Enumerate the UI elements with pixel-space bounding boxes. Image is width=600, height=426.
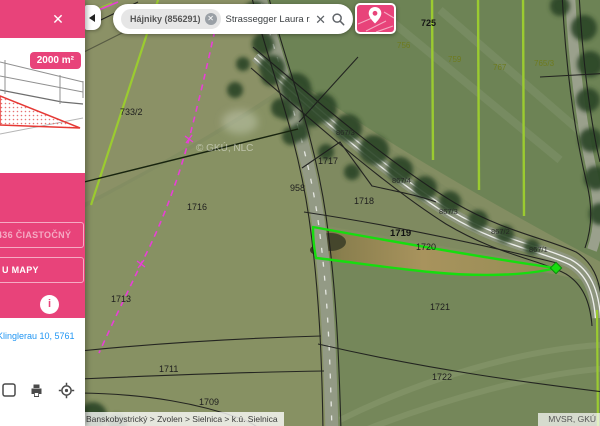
- parcel-label: 1709: [199, 397, 219, 407]
- zbgis-map-app: © GKÚ, NLC 733/2 1716 1713 1711 1709 958…: [0, 0, 600, 426]
- parcel-label: 1713: [111, 294, 131, 304]
- search-chip[interactable]: Hájniky (856291) ✕: [121, 9, 221, 29]
- road-parcel-label: 867/3: [439, 207, 458, 216]
- print-icon[interactable]: [28, 382, 45, 399]
- chip-remove-icon[interactable]: ✕: [205, 13, 217, 25]
- basemap-toggle-button[interactable]: [355, 3, 396, 34]
- parcel-label: 1718: [354, 196, 374, 206]
- ownership-deed-button[interactable]: 436 ČIASTOČNÝ: [0, 222, 84, 248]
- parcel-label: 1720: [416, 242, 436, 252]
- register-line: [597, 310, 598, 426]
- register-line: [523, 0, 524, 216]
- fullscreen-icon[interactable]: [1, 382, 18, 399]
- pale-patch: [222, 110, 258, 134]
- parcel-info-panel: ✕ 2000 m² 436 ČIASTOČNÝ: [0, 0, 85, 426]
- parcel-label: 767: [493, 63, 507, 72]
- map-attribution: MVSR, GKÚ: [538, 413, 600, 426]
- parcel-label: 1717: [318, 156, 338, 166]
- parcel-label: 1711: [159, 364, 178, 374]
- sidebar-collapse-handle[interactable]: [85, 5, 101, 30]
- area-badge: 2000 m²: [30, 52, 81, 69]
- copyright-watermark: © GKÚ, NLC: [196, 141, 253, 154]
- map-copy-button[interactable]: U MAPY: [0, 257, 84, 283]
- chevron-left-icon: [89, 14, 95, 22]
- parcel-label: 1716: [187, 202, 207, 212]
- gps-locate-icon[interactable]: [58, 382, 75, 399]
- search-bar[interactable]: Hájniky (856291) ✕ Strassegger Laura r. …: [113, 4, 353, 34]
- search-input[interactable]: Strassegger Laura r.: [226, 14, 311, 25]
- panel-actions: 436 ČIASTOČNÝ U MAPY i: [0, 173, 85, 318]
- sketch-selected-parcel: [0, 96, 80, 128]
- panel-header: ✕: [0, 0, 85, 38]
- parcel-label: 1721: [430, 302, 450, 312]
- parcel-label: 765/3: [534, 59, 555, 68]
- road-parcel-label: 867/2: [491, 227, 510, 236]
- parcel-label: 756: [397, 41, 411, 50]
- search-icon[interactable]: [331, 12, 345, 26]
- owner-address-link[interactable]: Klinglerau 10, 5761: [0, 331, 75, 341]
- clear-search-icon[interactable]: ✕: [315, 13, 326, 26]
- parcel-label: 759: [448, 55, 462, 64]
- road-parcel-label: 867/4: [392, 176, 411, 185]
- parcel-label: 1722: [432, 372, 452, 382]
- search-chip-label: Hájniky (856291): [130, 14, 201, 24]
- road-parcel-label: 867/1: [529, 245, 548, 254]
- parcel-label: 733/2: [120, 107, 143, 117]
- info-icon[interactable]: i: [40, 295, 59, 314]
- parcel-label: 958: [290, 183, 305, 193]
- close-panel-button[interactable]: ✕: [48, 9, 68, 29]
- panel-toolbar: [0, 382, 85, 402]
- parcel-label: 725: [421, 18, 436, 28]
- panel-details: Klinglerau 10, 5761: [0, 318, 85, 426]
- register-line: [478, 0, 479, 190]
- map-pin-hole: [373, 11, 378, 16]
- breadcrumb: Banskobystrický > Zvolen > Sielnica > k.…: [80, 412, 284, 426]
- road-parcel-label: 867/3: [336, 128, 355, 137]
- parcel-label-selected: 1719: [390, 228, 411, 239]
- map-canvas[interactable]: © GKÚ, NLC 733/2 1716 1713 1711 1709 958…: [0, 0, 600, 426]
